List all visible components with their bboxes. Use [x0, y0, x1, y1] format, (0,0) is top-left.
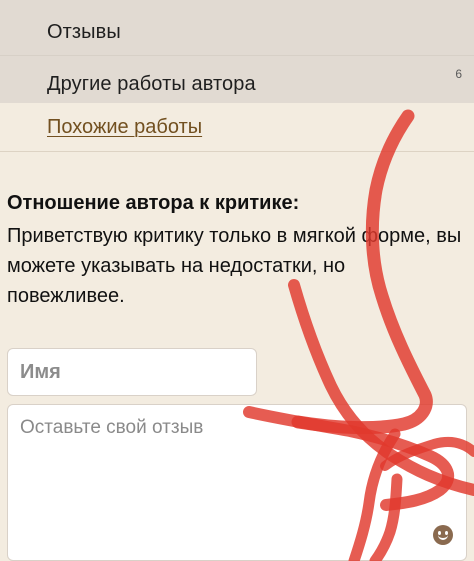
nav-item-reviews-label: Отзывы: [47, 21, 121, 43]
name-input[interactable]: [7, 348, 257, 396]
navigation-panel: Отзывы Другие работы автора 6: [0, 0, 474, 103]
emoji-smile: [438, 534, 448, 540]
similar-works-link[interactable]: Похожие работы: [47, 115, 202, 139]
nav-item-other-works-label: Другие работы автора: [47, 73, 256, 95]
section-divider: [0, 151, 474, 152]
critique-description: Приветствую критику только в мягкой форм…: [7, 225, 462, 307]
smiley-face-icon[interactable]: [433, 525, 453, 545]
review-textarea[interactable]: [8, 405, 466, 560]
critique-title: Отношение автора к критике:: [7, 192, 300, 214]
nav-item-reviews[interactable]: Отзывы: [0, 4, 474, 54]
nav-item-other-works[interactable]: Другие работы автора 6: [0, 54, 474, 104]
other-works-count-badge: 6: [455, 67, 462, 81]
review-box: [7, 404, 467, 561]
